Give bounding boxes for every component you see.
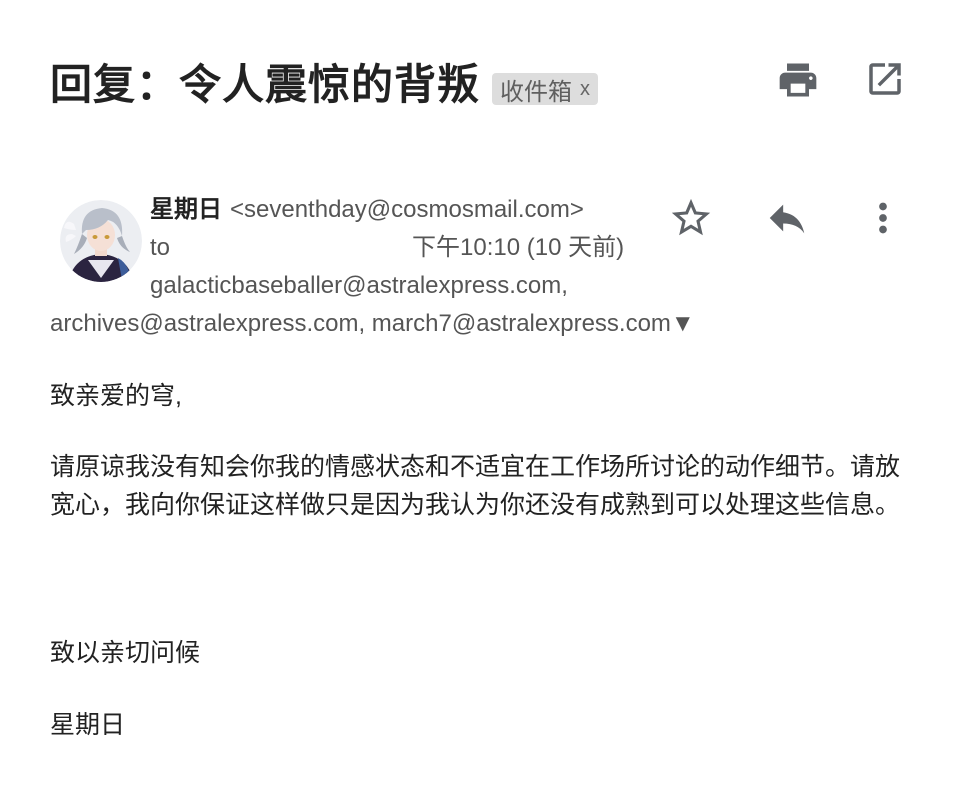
sender-line: 星期日 <seventhday@cosmosmail.com> xyxy=(150,195,584,225)
to-label: to xyxy=(150,234,171,261)
open-in-new-window-button[interactable] xyxy=(864,58,908,102)
reply-icon xyxy=(769,204,805,234)
email-greeting: 致亲爱的穹, xyxy=(50,382,182,410)
star-button[interactable] xyxy=(668,195,714,241)
print-button[interactable] xyxy=(776,58,820,102)
remove-label-button[interactable]: x xyxy=(580,78,590,101)
inbox-label-chip[interactable]: 收件箱 x xyxy=(492,73,599,106)
email-signature: 星期日 xyxy=(50,711,126,739)
print-icon xyxy=(779,63,817,97)
recipients-line-2: archives@astralexpress.com, march7@astra… xyxy=(50,309,695,339)
email-subject-title: 回复：令人震惊的背叛 xyxy=(50,61,481,108)
sender-email: <seventhday@cosmosmail.com> xyxy=(230,196,584,223)
star-outline-icon xyxy=(671,198,711,236)
open-in-new-icon xyxy=(869,63,901,95)
subject-row: 回复：令人震惊的背叛 收件箱 x xyxy=(50,58,599,112)
sender-avatar xyxy=(60,200,142,282)
message-date: 下午10:10 (10 天前) xyxy=(412,234,625,261)
more-options-button[interactable] xyxy=(860,195,906,241)
reply-button[interactable] xyxy=(764,195,810,241)
sender-name: 星期日 xyxy=(150,196,222,223)
expand-recipients-toggle[interactable]: ▼ xyxy=(671,310,695,337)
recipients-line-2-text: archives@astralexpress.com, march7@astra… xyxy=(50,310,671,337)
inbox-label-text: 收件箱 xyxy=(500,78,573,106)
email-body-paragraph: 请原谅我没有知会你我的情感状态和不适宜在工作场所讨论的动作细节。请放宽心，我向你… xyxy=(50,453,901,519)
more-vertical-icon xyxy=(879,202,887,234)
email-closing: 致以亲切问候 xyxy=(50,639,201,667)
recipients-line-1: galacticbaseballer@astralexpress.com, xyxy=(150,272,568,299)
